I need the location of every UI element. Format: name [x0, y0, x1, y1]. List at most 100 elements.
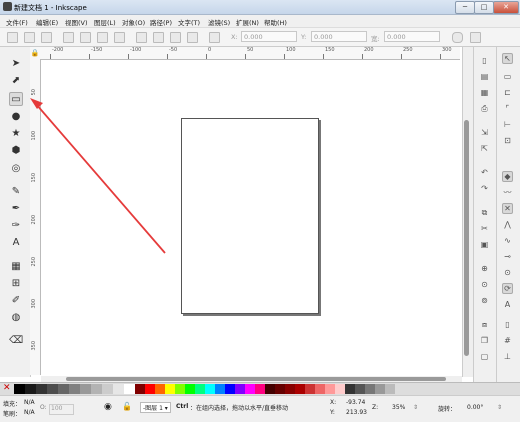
color-swatch[interactable] [225, 384, 235, 394]
color-swatch[interactable] [69, 384, 80, 394]
rect-tool[interactable]: ▭ [9, 92, 23, 106]
save-icon[interactable]: ▦ [479, 87, 490, 98]
snap-guide-icon[interactable]: ⊥ [502, 351, 513, 362]
vertical-scroll-thumb[interactable] [464, 120, 469, 356]
snap-intersection-icon[interactable]: ✕ [502, 203, 513, 214]
zoom-drawing-icon[interactable]: ⊙ [479, 279, 490, 290]
snap-page-border-icon[interactable]: ▯ [502, 319, 513, 330]
copy-icon[interactable]: ⧉ [479, 207, 490, 218]
snap-bbox-center-icon[interactable]: ⊡ [502, 135, 513, 146]
zoom-field[interactable]: 35% [392, 404, 405, 411]
color-swatch[interactable] [25, 384, 36, 394]
rotate-stepper-icon[interactable]: ⇕ [497, 404, 502, 411]
color-swatch[interactable] [275, 384, 285, 394]
zoom-page-icon[interactable]: ⊚ [479, 295, 490, 306]
export-icon[interactable]: ⇱ [479, 143, 490, 154]
paste-icon[interactable]: ▣ [479, 239, 490, 250]
color-swatch[interactable] [325, 384, 335, 394]
connector-tool[interactable]: ⊞ [9, 276, 23, 290]
calligraphy-tool[interactable]: ✑ [9, 218, 23, 232]
color-swatch[interactable] [124, 384, 135, 394]
color-swatch[interactable] [185, 384, 195, 394]
color-swatch[interactable] [345, 384, 355, 394]
new-document-icon[interactable]: ▯ [479, 55, 490, 66]
color-swatch[interactable] [91, 384, 102, 394]
redo-icon[interactable]: ↷ [479, 183, 490, 194]
ellipse-tool[interactable]: ● [9, 109, 23, 123]
color-swatch[interactable] [145, 384, 155, 394]
snap-bbox-icon[interactable]: ▭ [502, 71, 513, 82]
color-swatch[interactable] [385, 384, 395, 394]
snap-bbox-midpoint-icon[interactable]: ⊢ [502, 119, 513, 130]
color-swatch[interactable] [395, 384, 405, 394]
no-paint-swatch[interactable]: ✕ [3, 383, 11, 393]
dropper-tool[interactable]: ✐ [9, 293, 23, 307]
text-tool[interactable]: A [9, 235, 23, 249]
snap-path-icon[interactable]: 〰 [502, 187, 513, 198]
color-swatch[interactable] [14, 384, 25, 394]
clone-icon[interactable]: ❐ [479, 335, 490, 346]
snap-toggle-icon[interactable]: ↖ [502, 53, 513, 64]
3dbox-tool[interactable]: ⬢ [9, 143, 23, 157]
color-swatch[interactable] [245, 384, 255, 394]
color-swatch[interactable] [355, 384, 365, 394]
color-swatch[interactable] [195, 384, 205, 394]
color-swatch[interactable] [235, 384, 245, 394]
opacity-field[interactable]: 100 [49, 404, 74, 415]
color-swatch[interactable] [265, 384, 275, 394]
visibility-toggle-icon[interactable]: ◉ [104, 402, 112, 412]
stroke-value[interactable]: N/A [24, 409, 35, 416]
color-swatch[interactable] [80, 384, 91, 394]
spiral-tool[interactable]: ◎ [9, 161, 23, 175]
selector-tool[interactable]: ➤ [9, 56, 23, 70]
open-icon[interactable]: ▤ [479, 71, 490, 82]
snap-smooth-icon[interactable]: ∿ [502, 235, 513, 246]
color-swatch[interactable] [165, 384, 175, 394]
layer-select[interactable]: -图层 1 ▾ [140, 402, 171, 413]
color-swatch[interactable] [305, 384, 315, 394]
color-swatch[interactable] [113, 384, 124, 394]
snap-grid-icon[interactable]: # [502, 335, 513, 346]
snap-nodes-icon[interactable]: ◆ [502, 171, 513, 182]
duplicate-icon[interactable]: ⧈ [479, 319, 490, 330]
pen-tool[interactable]: ✒ [9, 201, 23, 215]
color-swatch[interactable] [335, 384, 345, 394]
star-tool[interactable]: ★ [9, 126, 23, 140]
snap-midpoint-icon[interactable]: ⊸ [502, 251, 513, 262]
color-swatch[interactable] [255, 384, 265, 394]
eraser-tool[interactable]: ⌫ [9, 333, 23, 347]
snap-rotation-center-icon[interactable]: ⟳ [502, 283, 513, 294]
paint-bucket-tool[interactable]: ◍ [9, 310, 23, 324]
color-swatch[interactable] [47, 384, 58, 394]
snap-text-baseline-icon[interactable]: A [502, 299, 513, 310]
color-swatch[interactable] [36, 384, 47, 394]
color-swatch[interactable] [135, 384, 145, 394]
snap-cusp-icon[interactable]: ⋀ [502, 219, 513, 230]
spray-tool[interactable]: ▦ [9, 259, 23, 273]
color-swatch[interactable] [58, 384, 69, 394]
zoom-stepper-icon[interactable]: ⇕ [413, 404, 418, 411]
color-swatch[interactable] [102, 384, 113, 394]
color-swatch[interactable] [375, 384, 385, 394]
layer-lock-icon[interactable]: 🔓 [122, 402, 132, 411]
color-swatch[interactable] [315, 384, 325, 394]
snap-bbox-corner-icon[interactable]: ⌜ [502, 103, 513, 114]
rotate-field[interactable]: 0.00° [467, 404, 483, 411]
node-tool[interactable]: ⬈ [9, 73, 23, 87]
snap-center-icon[interactable]: ⊙ [502, 267, 513, 278]
color-swatch[interactable] [365, 384, 375, 394]
cut-icon[interactable]: ✂ [479, 223, 490, 234]
color-swatch[interactable] [215, 384, 225, 394]
color-swatch[interactable] [205, 384, 215, 394]
group-icon[interactable]: ▢ [479, 351, 490, 362]
color-swatch[interactable] [285, 384, 295, 394]
pencil-tool[interactable]: ✎ [9, 184, 23, 198]
zoom-selection-icon[interactable]: ⊕ [479, 263, 490, 274]
print-icon[interactable]: ⎙ [479, 103, 490, 114]
horizontal-scroll-thumb[interactable] [66, 377, 446, 381]
color-swatch[interactable] [155, 384, 165, 394]
undo-icon[interactable]: ↶ [479, 167, 490, 178]
import-icon[interactable]: ⇲ [479, 127, 490, 138]
fill-value[interactable]: N/A [24, 399, 35, 406]
color-swatch[interactable] [295, 384, 305, 394]
